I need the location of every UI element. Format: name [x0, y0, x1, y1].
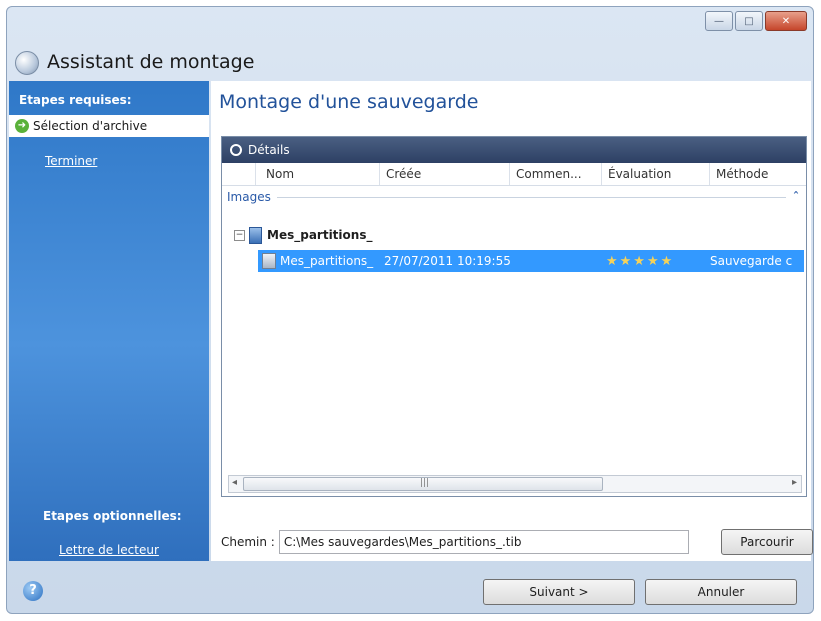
images-group-header[interactable]: Images ˆ	[222, 187, 806, 207]
scroll-right-icon[interactable]: ▸	[792, 477, 797, 488]
main-content: Montage d'une sauvegarde Détails Nom Cré…	[211, 81, 813, 561]
app-icon	[15, 51, 39, 75]
scroll-grip-icon: |||	[420, 478, 430, 488]
maximize-icon[interactable]: □	[735, 11, 763, 31]
details-title: Détails	[248, 143, 290, 157]
backup-row-selected[interactable]: Mes_partitions_ 27/07/2011 10:19:55 ★★★★…	[258, 250, 804, 272]
column-method[interactable]: Méthode	[710, 163, 806, 185]
collapse-icon[interactable]: ˆ	[786, 190, 806, 204]
sidebar: Etapes requises: ➜ Sélection d'archive T…	[9, 81, 209, 561]
window-title: Assistant de montage	[47, 51, 255, 73]
tree-node-archive[interactable]: − Mes_partitions_	[234, 225, 372, 245]
collapse-tree-icon[interactable]: −	[234, 229, 245, 241]
horizontal-scrollbar[interactable]: ◂ ||| ▸	[228, 475, 802, 493]
column-rating[interactable]: Évaluation	[602, 163, 710, 185]
minimize-icon[interactable]: —	[705, 11, 733, 31]
arrow-right-icon: ➜	[15, 119, 29, 133]
scroll-thumb[interactable]: |||	[243, 477, 603, 491]
group-label: Images	[227, 190, 271, 204]
details-panel: Détails Nom Créée Commen... Évaluation M…	[221, 136, 807, 497]
backup-method: Sauvegarde c	[710, 254, 793, 268]
drive-letter-link[interactable]: Lettre de lecteur	[59, 543, 159, 557]
scroll-left-icon[interactable]: ◂	[232, 477, 237, 488]
column-headers: Nom Créée Commen... Évaluation Méthode	[222, 163, 806, 186]
wizard-window: Assistant de montage — □ ✕ Etapes requis…	[6, 6, 814, 614]
footer: ? Suivant > Annuler	[9, 563, 811, 611]
details-icon	[230, 144, 242, 156]
page-title: Montage d'une sauvegarde	[219, 91, 479, 113]
finish-link[interactable]: Terminer	[45, 154, 97, 168]
close-icon[interactable]: ✕	[765, 11, 807, 31]
help-icon[interactable]: ?	[23, 581, 43, 601]
archive-icon	[249, 226, 262, 244]
group-divider	[276, 196, 786, 198]
window-controls: — □ ✕	[705, 11, 807, 31]
column-name[interactable]: Nom	[256, 163, 380, 185]
backup-created: 27/07/2011 10:19:55	[384, 254, 511, 268]
next-button[interactable]: Suivant >	[483, 579, 635, 605]
sidebar-item-label: Sélection d'archive	[33, 119, 148, 133]
required-steps-heading: Etapes requises:	[19, 93, 132, 107]
cancel-button[interactable]: Annuler	[645, 579, 797, 605]
column-created[interactable]: Créée	[380, 163, 510, 185]
backup-file-icon	[262, 253, 276, 269]
path-label: Chemin :	[221, 535, 275, 549]
sidebar-item-archive-selection[interactable]: ➜ Sélection d'archive	[9, 115, 209, 137]
column-spacer	[222, 163, 256, 185]
path-row: Chemin : C:\Mes sauvegardes\Mes_partitio…	[221, 527, 813, 557]
rating-stars-icon: ★★★★★	[606, 253, 675, 269]
column-comment[interactable]: Commen...	[510, 163, 602, 185]
tree-node-label: Mes_partitions_	[267, 228, 373, 242]
browse-button[interactable]: Parcourir	[721, 529, 813, 555]
path-input[interactable]: C:\Mes sauvegardes\Mes_partitions_.tib	[278, 530, 689, 554]
title-bar[interactable]: Assistant de montage — □ ✕	[7, 7, 813, 79]
optional-steps-heading: Etapes optionnelles:	[43, 509, 182, 523]
details-header: Détails	[222, 137, 806, 163]
backup-name: Mes_partitions_	[280, 254, 374, 268]
